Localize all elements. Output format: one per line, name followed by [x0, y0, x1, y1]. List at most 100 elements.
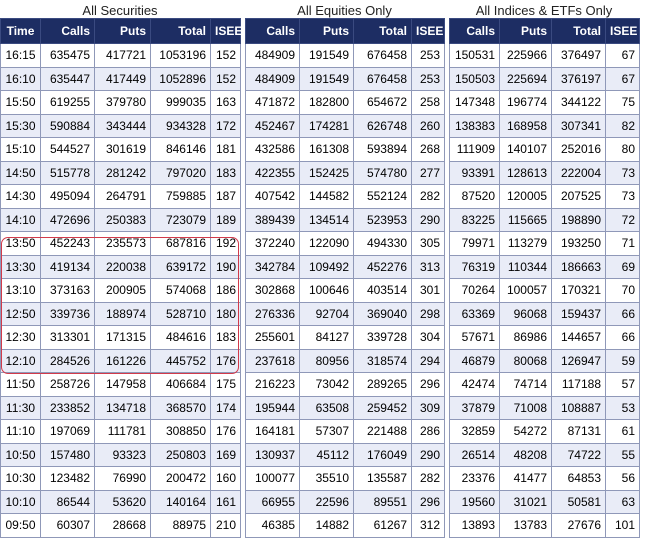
cell-puts: 31021 — [499, 489, 552, 514]
table-row: 10:50 157480 93323 250803 169 — [0, 442, 241, 467]
table-row: 76319 110344 186663 69 — [449, 254, 640, 279]
cell-puts: 41477 — [499, 466, 552, 491]
cell-total: 176049 — [353, 442, 412, 467]
cell-puts: 111781 — [94, 419, 151, 444]
cell-isee: 176 — [210, 348, 241, 373]
cell-time: 15:30 — [0, 113, 41, 138]
cell-calls: 93391 — [449, 160, 500, 185]
table-row: 87520 120005 207525 73 — [449, 184, 640, 209]
cell-total: 676458 — [353, 66, 412, 91]
table-row: 09:50 60307 28668 88975 210 — [0, 513, 241, 538]
cell-isee: 253 — [411, 66, 445, 91]
cell-puts: 188974 — [94, 301, 151, 326]
cell-puts: 225694 — [499, 66, 552, 91]
cell-total: 452276 — [353, 254, 412, 279]
cell-time: 14:10 — [0, 207, 41, 232]
cell-puts: 84127 — [299, 325, 354, 350]
cell-calls: 79971 — [449, 231, 500, 256]
cell-isee: 313 — [411, 254, 445, 279]
all-equities-table: Calls Puts Total ISEE 484909 191549 676458 253… — [245, 18, 445, 538]
table-row: 13893 13783 27676 101 — [449, 513, 640, 538]
table-row: 26514 48208 74722 55 — [449, 442, 640, 467]
cell-calls: 26514 — [449, 442, 500, 467]
cell-isee: 69 — [605, 254, 640, 279]
cell-total: 639172 — [150, 254, 211, 279]
cell-puts: 140107 — [499, 137, 552, 162]
cell-puts: 96068 — [499, 301, 552, 326]
cell-isee: 210 — [210, 513, 241, 538]
cell-total: 289265 — [353, 372, 412, 397]
table-row: 70264 100057 170321 70 — [449, 278, 640, 303]
cell-calls: 157480 — [40, 442, 95, 467]
cell-calls: 372240 — [245, 231, 300, 256]
cell-isee: 152 — [210, 66, 241, 91]
cell-isee: 67 — [605, 66, 640, 91]
cell-calls: 590884 — [40, 113, 95, 138]
cell-calls: 432586 — [245, 137, 300, 162]
cell-calls: 23376 — [449, 466, 500, 491]
cell-puts: 100646 — [299, 278, 354, 303]
table-row: 100077 35510 135587 282 — [245, 466, 445, 491]
cell-puts: 115665 — [499, 207, 552, 232]
cell-total: 108887 — [551, 395, 606, 420]
cell-total: 117188 — [551, 372, 606, 397]
cell-isee: 53 — [605, 395, 640, 420]
table-row: 14:30 495094 264791 759885 187 — [0, 184, 241, 209]
cell-calls: 233852 — [40, 395, 95, 420]
cell-total: 159437 — [551, 301, 606, 326]
cell-total: 221488 — [353, 419, 412, 444]
column-header-calls: Calls — [245, 18, 300, 44]
cell-calls: 619255 — [40, 90, 95, 115]
cell-isee: 187 — [210, 184, 241, 209]
table-row: 111909 140107 252016 80 — [449, 137, 640, 162]
table-header-row: Calls Puts Total ISEE — [245, 18, 445, 44]
column-header-total: Total — [150, 18, 211, 44]
table-row: 93391 128613 222004 73 — [449, 160, 640, 185]
cell-time: 10:10 — [0, 489, 41, 514]
cell-puts: 417449 — [94, 66, 151, 91]
table-row: 150531 225966 376497 67 — [449, 43, 640, 68]
cell-isee: 183 — [210, 325, 241, 350]
column-header-puts: Puts — [94, 18, 151, 44]
table-row: 15:30 590884 343444 934328 172 — [0, 113, 241, 138]
cell-calls: 389439 — [245, 207, 300, 232]
cell-isee: 282 — [411, 184, 445, 209]
cell-total: 140164 — [150, 489, 211, 514]
table-row: 10:30 123482 76990 200472 160 — [0, 466, 241, 491]
cell-time: 11:10 — [0, 419, 41, 444]
table-row: 15:10 544527 301619 846146 181 — [0, 137, 241, 162]
cell-time: 11:30 — [0, 395, 41, 420]
cell-total: 1053196 — [150, 43, 211, 68]
cell-isee: 169 — [210, 442, 241, 467]
cell-calls: 255601 — [245, 325, 300, 350]
cell-time: 14:50 — [0, 160, 41, 185]
cell-calls: 302868 — [245, 278, 300, 303]
cell-total: 170321 — [551, 278, 606, 303]
cell-total: 50581 — [551, 489, 606, 514]
cell-calls: 42474 — [449, 372, 500, 397]
cell-calls: 422355 — [245, 160, 300, 185]
cell-total: 308850 — [150, 419, 211, 444]
cell-calls: 123482 — [40, 466, 95, 491]
cell-puts: 147958 — [94, 372, 151, 397]
cell-puts: 14882 — [299, 513, 354, 538]
table-row: 195944 63508 259452 309 — [245, 395, 445, 420]
cell-calls: 452467 — [245, 113, 300, 138]
cell-total: 574068 — [150, 278, 211, 303]
cell-time: 09:50 — [0, 513, 41, 538]
cell-puts: 53620 — [94, 489, 151, 514]
table-row: 11:50 258726 147958 406684 175 — [0, 372, 241, 397]
cell-puts: 250383 — [94, 207, 151, 232]
cell-total: 593894 — [353, 137, 412, 162]
cell-isee: 183 — [210, 160, 241, 185]
table-row: 12:10 284526 161226 445752 176 — [0, 348, 241, 373]
cell-isee: 305 — [411, 231, 445, 256]
cell-isee: 59 — [605, 348, 640, 373]
table-row: 138383 168958 307341 82 — [449, 113, 640, 138]
table-row: 13:30 419134 220038 639172 190 — [0, 254, 241, 279]
cell-puts: 35510 — [299, 466, 354, 491]
cell-calls: 635475 — [40, 43, 95, 68]
cell-total: 252016 — [551, 137, 606, 162]
cell-total: 654672 — [353, 90, 412, 115]
table-row: 471872 182800 654672 258 — [245, 90, 445, 115]
